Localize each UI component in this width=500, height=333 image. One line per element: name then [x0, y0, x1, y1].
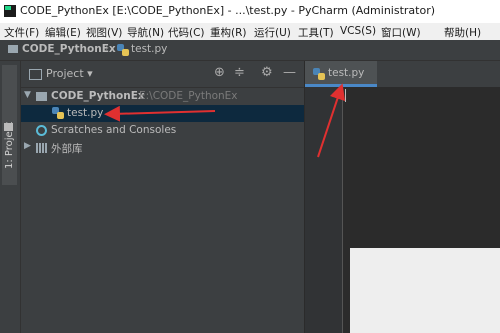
python-file-icon [52, 107, 64, 122]
folder-icon [8, 45, 18, 53]
tree-row-file[interactable]: test.py [21, 105, 304, 122]
editor-tab-label: test.py [328, 67, 365, 79]
library-icon [36, 143, 47, 156]
structure-icon[interactable] [4, 123, 13, 131]
pycharm-icon [4, 5, 16, 17]
tree-root-path: E:\CODE_PythonEx [139, 90, 238, 102]
hide-icon[interactable]: — [283, 65, 296, 80]
menu-help[interactable]: 帮助(H) [444, 25, 481, 40]
editor-tab-bar: test.py [305, 61, 500, 88]
breadcrumb: CODE_PythonEx › test.py [0, 40, 500, 61]
project-folder-icon [29, 69, 42, 80]
menu-vcs[interactable]: VCS(S) [340, 25, 376, 37]
scratches-icon [36, 125, 47, 139]
breadcrumb-project[interactable]: CODE_PythonEx [22, 43, 116, 55]
menu-navigate[interactable]: 导航(N) [127, 25, 164, 40]
editor-tab-test-py[interactable]: test.py [305, 61, 377, 87]
collapse-icon[interactable]: ≑ [234, 65, 245, 80]
watermark [350, 248, 500, 333]
tree-external-libraries-label: 外部库 [51, 143, 83, 155]
project-panel-header: Project ▾ ⊕ ≑ ⚙ — [21, 61, 304, 88]
folder-icon [36, 92, 47, 101]
tree-row-scratches[interactable]: Scratches and Consoles [21, 122, 304, 139]
python-file-icon [117, 44, 129, 59]
gear-icon[interactable]: ⚙ [261, 65, 273, 80]
menu-refactor[interactable]: 重构(R) [210, 25, 247, 40]
menu-code[interactable]: 代码(C) [168, 25, 205, 40]
menu-file[interactable]: 文件(F) [4, 25, 39, 40]
window-title: CODE_PythonEx [E:\CODE_PythonEx] - ...\t… [20, 4, 436, 17]
tree-file-name: test.py [67, 107, 104, 119]
expand-arrow-icon[interactable]: ▶ [24, 141, 31, 151]
tool-window-strip: 1: Project [0, 61, 21, 333]
menu-view[interactable]: 视图(V) [86, 25, 122, 40]
title-bar: CODE_PythonEx [E:\CODE_PythonEx] - ...\t… [0, 0, 500, 23]
project-panel: Project ▾ ⊕ ≑ ⚙ — ▼ CODE_PythonEx E:\COD… [21, 61, 304, 333]
project-view-dropdown[interactable]: Project ▾ [46, 67, 93, 80]
line-gutter [305, 87, 343, 333]
menu-edit[interactable]: 编辑(E) [45, 25, 81, 40]
menu-tools[interactable]: 工具(T) [298, 25, 334, 40]
expand-arrow-icon[interactable]: ▼ [24, 90, 31, 100]
menu-bar: 文件(F) 编辑(E) 视图(V) 导航(N) 代码(C) 重构(R) 运行(U… [0, 23, 500, 40]
tree-row-root[interactable]: ▼ CODE_PythonEx E:\CODE_PythonEx [21, 88, 304, 105]
menu-run[interactable]: 运行(U) [254, 25, 291, 40]
tree-root-name: CODE_PythonEx [51, 90, 145, 102]
breadcrumb-separator: › [105, 42, 110, 54]
python-file-icon [313, 68, 325, 80]
text-caret [345, 89, 346, 102]
tree-scratches-label: Scratches and Consoles [51, 124, 177, 136]
breadcrumb-file[interactable]: test.py [131, 43, 167, 55]
tree-row-external-libraries[interactable]: ▶ 外部库 [21, 139, 304, 156]
locate-icon[interactable]: ⊕ [214, 65, 225, 80]
menu-window[interactable]: 窗口(W) [381, 25, 421, 40]
